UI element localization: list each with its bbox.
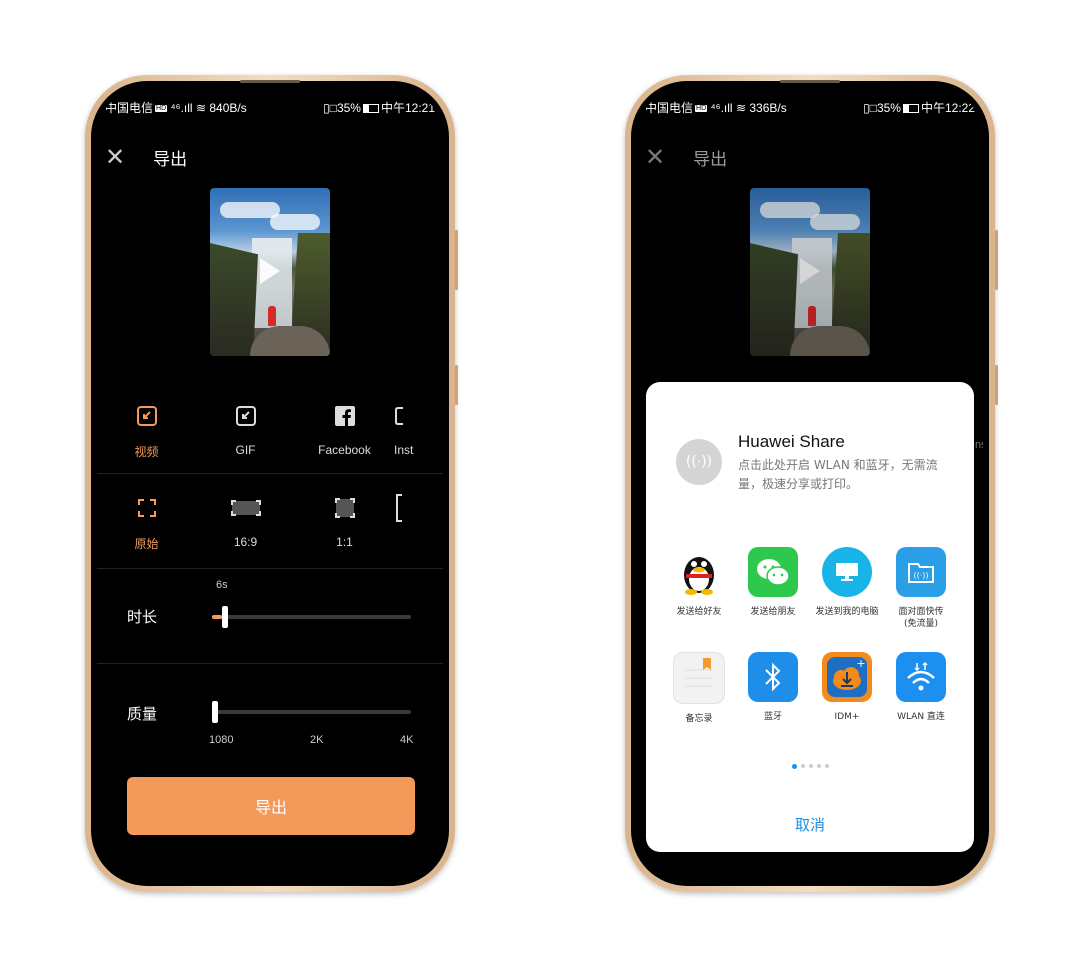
page-title: 导出 — [153, 149, 188, 170]
status-bar: 中国电信 HD ⁴⁶.ıll ≋ 336B/s ▯□35% 中午12:22 — [645, 100, 975, 115]
battery-icon — [902, 103, 919, 113]
vibrate-icon: ▯□ — [323, 100, 337, 115]
page-dot — [792, 764, 797, 769]
export-video-icon — [136, 403, 158, 429]
ratio-1-1[interactable]: 1:1 — [295, 495, 394, 552]
notepad-icon — [673, 652, 725, 704]
cancel-button[interactable]: 取消 — [646, 814, 974, 835]
crop-free-icon — [136, 495, 158, 521]
format-facebook[interactable]: Facebook — [295, 403, 394, 460]
battery-percent: 35% — [336, 100, 361, 115]
ratio-16-9-icon — [230, 495, 261, 521]
ratio-row: 原始 16:9 1:1 — [97, 494, 443, 552]
share-app-idm[interactable]: + IDM+ — [810, 652, 884, 757]
battery-percent: 35% — [876, 100, 901, 115]
net-speed: 840B/s — [209, 100, 247, 115]
net-speed: 336B/s — [749, 100, 787, 115]
bluetooth-icon — [748, 652, 798, 702]
share-sheet: ((·)) Huawei Share 点击此处开启 WLAN 和蓝牙，无需流量，… — [646, 382, 974, 852]
person-figure — [268, 306, 276, 326]
share-app-notepad[interactable]: 备忘录 — [662, 652, 736, 757]
earpiece — [240, 80, 300, 83]
ratio-1-1-icon — [334, 495, 356, 521]
video-thumbnail[interactable] — [210, 188, 330, 356]
wifi-icon: ≋ — [195, 100, 206, 115]
page-indicator — [792, 764, 829, 769]
volume-button — [995, 230, 998, 290]
ratio-more-icon — [394, 494, 404, 522]
huawei-share-icon[interactable]: ((·)) — [676, 439, 722, 485]
phone-left: 中国电信 HD ⁴⁶.ıll ≋ 840B/s ▯□35% 中午12:21 ✕ 导出… — [85, 75, 458, 892]
wifi-icon: ≋ — [735, 100, 746, 115]
export-gif-icon — [235, 403, 257, 429]
page-title: 导出 — [693, 149, 728, 170]
duration-slider[interactable] — [212, 606, 411, 628]
computer-icon — [822, 547, 872, 597]
play-icon[interactable] — [260, 258, 280, 284]
earpiece — [780, 80, 840, 83]
quality-tick-2k: 2K — [310, 734, 324, 746]
status-bar: 中国电信 HD ⁴⁶.ıll ≋ 840B/s ▯□35% 中午12:21 — [105, 100, 435, 115]
duration-slider-handle[interactable] — [221, 606, 228, 628]
duration-value: 6s — [216, 579, 228, 591]
format-video[interactable]: 视频 — [97, 403, 196, 460]
share-app-computer[interactable]: 发送到我的电脑 — [810, 547, 884, 652]
share-app-bluetooth[interactable]: 蓝牙 — [736, 652, 810, 757]
ratio-16-9[interactable]: 16:9 — [196, 495, 295, 552]
ratio-original[interactable]: 原始 — [97, 495, 196, 552]
partial-format-label: nst — [975, 439, 983, 451]
battery-icon — [362, 103, 379, 113]
instagram-icon — [394, 403, 404, 429]
carrier-label: 中国电信 — [105, 100, 154, 115]
page-dot — [801, 764, 805, 768]
quality-slider-handle[interactable] — [212, 701, 218, 723]
share-app-face-to-face[interactable]: ((·)) 面对面快传 (免流量) — [884, 547, 958, 652]
facebook-icon — [334, 403, 356, 429]
huawei-share-desc[interactable]: 点击此处开启 WLAN 和蓝牙，无需流量，极速分享或打印。 — [738, 456, 948, 494]
page-dot — [817, 764, 821, 768]
signal-icon: ⁴⁶.ıll — [710, 100, 733, 115]
close-icon[interactable]: ✕ — [105, 145, 125, 169]
qq-penguin-icon — [674, 547, 724, 597]
page-dot — [809, 764, 813, 768]
signal-icon: ⁴⁶.ıll — [170, 100, 193, 115]
screen-export: 中国电信 HD ⁴⁶.ıll ≋ 840B/s ▯□35% 中午12:21 ✕ 导出… — [97, 87, 443, 880]
video-thumbnail — [750, 188, 870, 356]
quality-label: 质量 — [127, 705, 158, 723]
page-dot — [825, 764, 829, 768]
volume-button — [455, 230, 458, 290]
share-app-qq[interactable]: 发送给好友 — [662, 547, 736, 652]
share-app-wlan-direct[interactable]: WLAN 直连 — [884, 652, 958, 757]
idm-download-icon: + — [822, 652, 872, 702]
huawei-share-title[interactable]: Huawei Share — [738, 432, 845, 452]
format-instagram[interactable]: Inst — [394, 403, 443, 460]
carrier-label: 中国电信 — [645, 100, 694, 115]
wifi-direct-icon — [896, 652, 946, 702]
vibrate-icon: ▯□ — [863, 100, 877, 115]
clock: 中午12:22 — [920, 100, 975, 115]
face-to-face-icon: ((·)) — [896, 547, 946, 597]
svg-text:((·)): ((·)) — [913, 571, 928, 580]
share-app-wechat[interactable]: 发送给朋友 — [736, 547, 810, 652]
phone-right: 中国电信 HD ⁴⁶.ıll ≋ 336B/s ▯□35% 中午12:22 ✕ 导出… — [625, 75, 998, 892]
export-button[interactable]: 导出 — [127, 777, 415, 835]
close-icon: ✕ — [645, 143, 666, 171]
play-icon — [800, 258, 820, 284]
wechat-icon — [748, 547, 798, 597]
svg-text:+: + — [856, 657, 865, 670]
format-row: 视频 GIF Facebook Inst — [97, 403, 443, 460]
quality-slider[interactable] — [212, 701, 411, 723]
quality-tick-1080: 1080 — [209, 734, 234, 746]
power-button — [455, 365, 458, 405]
duration-label: 时长 — [127, 608, 158, 626]
format-gif[interactable]: GIF — [196, 403, 295, 460]
quality-tick-4k: 4K — [400, 734, 414, 746]
ratio-more[interactable] — [394, 494, 443, 552]
clock: 中午12:21 — [380, 100, 435, 115]
screen-share: 中国电信 HD ⁴⁶.ıll ≋ 336B/s ▯□35% 中午12:22 ✕ 导出… — [637, 87, 983, 880]
power-button — [995, 365, 998, 405]
share-app-grid: 发送给好友 发送给朋友 发送到我的电脑 ((·)) 面对面快传 (免流量) 备忘… — [662, 547, 958, 757]
